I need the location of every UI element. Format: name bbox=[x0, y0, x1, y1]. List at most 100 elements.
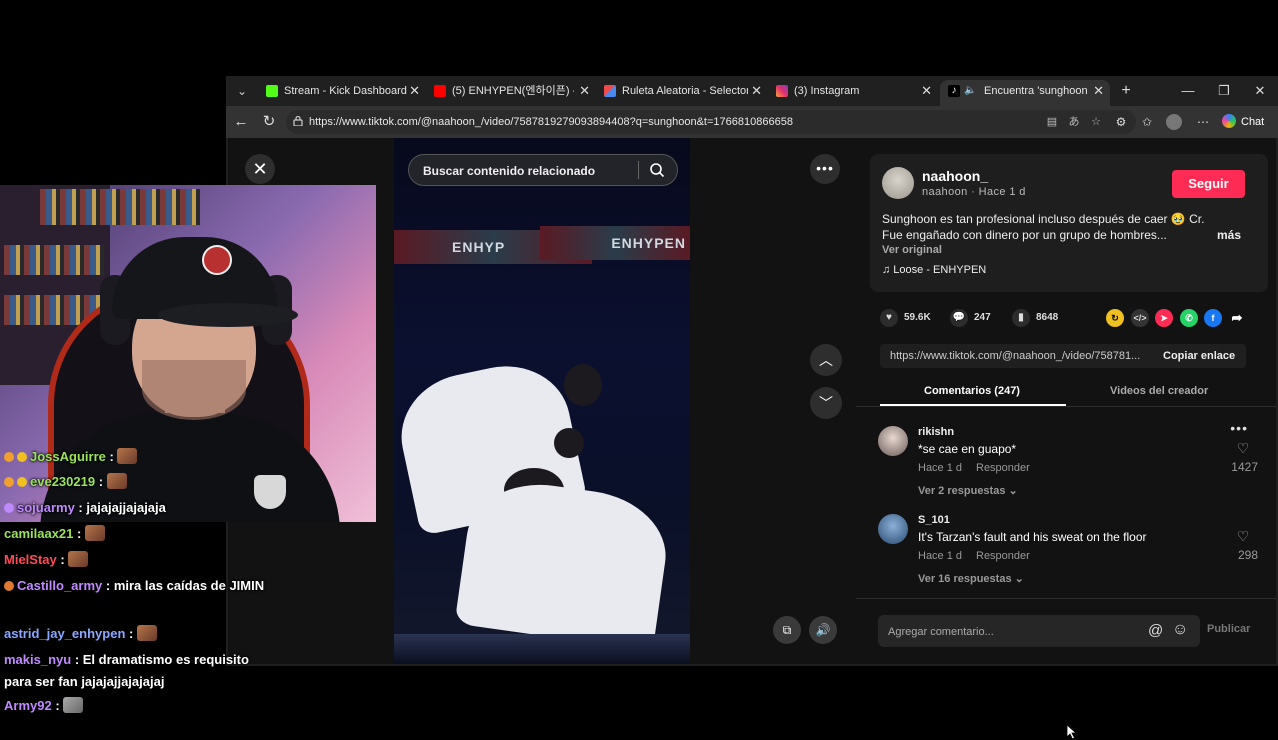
comment-username[interactable]: S_101 bbox=[918, 514, 950, 526]
favorite-star-icon[interactable]: ☆ bbox=[1088, 114, 1104, 130]
tab-tiktok[interactable]: ♪ 🔈 Encuentra 'sunghoon' en T ✕ bbox=[940, 80, 1110, 106]
related-search-box bbox=[408, 154, 678, 187]
comment-icon: 💬 bbox=[950, 309, 968, 327]
copilot-chat-button[interactable]: Chat bbox=[1222, 111, 1274, 133]
see-original-link[interactable]: Ver original bbox=[882, 244, 942, 256]
sub-badge-icon bbox=[4, 452, 14, 462]
tab-creator-videos[interactable]: Videos del creador bbox=[1110, 380, 1208, 402]
follow-button[interactable]: Seguir bbox=[1172, 170, 1245, 198]
miniplayer-icon[interactable]: ⧉ bbox=[773, 616, 801, 644]
share-link-text[interactable]: https://www.tiktok.com/@naahoon_/video/7… bbox=[890, 344, 1146, 368]
extensions-icon[interactable]: ⚙ bbox=[1112, 113, 1130, 131]
mouse-cursor-icon bbox=[1066, 724, 1078, 740]
profile-avatar[interactable] bbox=[1166, 114, 1182, 130]
tab-youtube[interactable]: (5) ENHYPEN(엔하이픈) - Too C ✕ bbox=[426, 80, 596, 106]
share-arrow-icon[interactable]: ➦ bbox=[1228, 309, 1246, 327]
author-name[interactable]: naahoon_ bbox=[922, 168, 988, 184]
close-tab-icon[interactable]: ✕ bbox=[579, 80, 590, 102]
translate-icon[interactable]: あ bbox=[1066, 114, 1082, 130]
close-tab-icon[interactable]: ✕ bbox=[921, 80, 932, 102]
next-video-button[interactable]: ﹀ bbox=[810, 387, 842, 419]
tab-title: Stream - Kick Dashboard bbox=[284, 85, 407, 97]
mention-icon[interactable]: @ bbox=[1148, 622, 1163, 639]
emote-icon bbox=[117, 448, 138, 464]
chat-username: MielStay bbox=[4, 552, 57, 567]
avatar[interactable] bbox=[878, 426, 908, 456]
repost-icon[interactable]: ↻ bbox=[1106, 309, 1124, 327]
site-info-icon[interactable] bbox=[293, 116, 303, 126]
search-divider bbox=[638, 161, 639, 179]
youtube-favicon-icon bbox=[434, 85, 446, 97]
view-replies-button[interactable]: Ver 16 respuestas ⌄ bbox=[918, 572, 1024, 585]
book-row bbox=[4, 245, 104, 275]
chat-username: Army92 bbox=[4, 698, 52, 713]
chat-message: eve230219 : bbox=[4, 471, 266, 493]
reading-view-icon[interactable]: ▤ bbox=[1044, 114, 1060, 130]
tab-kick-dashboard[interactable]: Stream - Kick Dashboard ✕ bbox=[258, 80, 426, 106]
music-link[interactable]: ♫ Loose - ENHYPEN bbox=[882, 264, 986, 276]
settings-more-icon[interactable]: ⋯ bbox=[1194, 113, 1212, 131]
embed-icon[interactable]: </> bbox=[1131, 309, 1149, 327]
comment-more-icon[interactable]: ••• bbox=[1230, 420, 1248, 436]
comment-item: rikishn *se cae en guapo* Hace 1 d Respo… bbox=[878, 420, 1258, 740]
tiktok-page: ✕ ENHYP ENHYPEN ••• ︿ ﹀ ⧉ 🔊 bbox=[228, 138, 1276, 740]
previous-video-button[interactable]: ︿ bbox=[810, 344, 842, 376]
tab-comments[interactable]: Comentarios (247) bbox=[924, 380, 1020, 402]
close-window-button[interactable]: ✕ bbox=[1248, 80, 1272, 102]
address-bar: ← ↻ https://www.tiktok.com/@naahoon_/vid… bbox=[226, 106, 1278, 138]
copy-link-button[interactable]: Copiar enlace bbox=[1163, 344, 1235, 368]
url-field[interactable]: https://www.tiktok.com/@naahoon_/video/7… bbox=[286, 110, 1136, 134]
close-tab-icon[interactable]: ✕ bbox=[751, 80, 762, 102]
view-replies-label: Ver 2 respuestas bbox=[918, 485, 1006, 497]
tab-instagram[interactable]: (3) Instagram ✕ bbox=[768, 80, 938, 106]
comment-heart-icon[interactable]: ♡ bbox=[1228, 440, 1258, 457]
minimize-button[interactable]: — bbox=[1176, 80, 1200, 102]
dancer-figure bbox=[454, 474, 674, 652]
whatsapp-icon[interactable]: ✆ bbox=[1180, 309, 1198, 327]
tab-title: (5) ENHYPEN(엔하이픈) - Too C bbox=[452, 85, 574, 97]
avatar[interactable] bbox=[878, 514, 908, 544]
chat-username: camilaax21 bbox=[4, 526, 74, 541]
close-video-button[interactable]: ✕ bbox=[245, 154, 275, 184]
search-icon[interactable] bbox=[649, 162, 665, 178]
comment-time: Hace 1 d bbox=[918, 462, 963, 474]
tab-ruleta[interactable]: Ruleta Aleatoria - Selector Pers ✕ bbox=[596, 80, 768, 106]
view-replies-button[interactable]: Ver 2 respuestas ⌄ bbox=[918, 484, 1018, 497]
avatar[interactable] bbox=[882, 167, 914, 199]
comment-input[interactable] bbox=[886, 615, 1140, 649]
related-search-input[interactable] bbox=[421, 155, 635, 187]
reply-button[interactable]: Responder bbox=[976, 550, 1030, 562]
chat-text: mira las caídas de JIMIN bbox=[113, 578, 265, 593]
save-button[interactable]: ▮ 8648 bbox=[1012, 309, 1058, 327]
kick-favicon-icon bbox=[266, 85, 278, 97]
volume-icon[interactable]: 🔊 bbox=[809, 616, 837, 644]
facebook-icon[interactable]: f bbox=[1204, 309, 1222, 327]
emote-icon bbox=[63, 697, 84, 713]
new-tab-button[interactable]: + bbox=[1114, 80, 1138, 102]
comment-text: *se cae en guapo* bbox=[918, 442, 1017, 456]
video-player[interactable]: ENHYP ENHYPEN bbox=[394, 138, 690, 664]
chat-username: eve230219 bbox=[30, 474, 96, 489]
restore-button[interactable]: ❐ bbox=[1212, 80, 1236, 102]
tab-title: (3) Instagram bbox=[794, 85, 860, 97]
send-icon[interactable]: ➤ bbox=[1155, 309, 1173, 327]
chat-message: sojuarmy : jajajajjajajaja bbox=[4, 497, 266, 519]
tab-list-dropdown[interactable]: ⌄ bbox=[232, 81, 252, 101]
stream-chat-overlay: JossAguirre : eve230219 : sojuarmy : jaj… bbox=[0, 444, 270, 720]
reply-button[interactable]: Responder bbox=[976, 462, 1030, 474]
close-tab-icon[interactable]: ✕ bbox=[409, 80, 420, 102]
more-link[interactable]: más bbox=[1217, 228, 1241, 242]
comment-heart-icon[interactable]: ♡ bbox=[1228, 528, 1258, 545]
emoji-icon[interactable]: ☺ bbox=[1172, 621, 1188, 639]
close-tab-icon[interactable]: ✕ bbox=[1093, 80, 1104, 102]
reload-button[interactable]: ↻ bbox=[258, 111, 280, 133]
comment-username[interactable]: rikishn bbox=[918, 426, 954, 438]
like-button[interactable]: ♥ 59.6K bbox=[880, 309, 931, 327]
comment-button[interactable]: 💬 247 bbox=[950, 309, 991, 327]
gift-badge-icon bbox=[17, 477, 27, 487]
publish-button[interactable]: Publicar bbox=[1207, 623, 1250, 635]
speaker-icon[interactable]: 🔈 bbox=[964, 80, 976, 102]
back-button[interactable]: ← bbox=[230, 111, 252, 133]
favorites-icon[interactable]: ✩ bbox=[1138, 113, 1156, 131]
more-options-icon[interactable]: ••• bbox=[810, 154, 840, 184]
